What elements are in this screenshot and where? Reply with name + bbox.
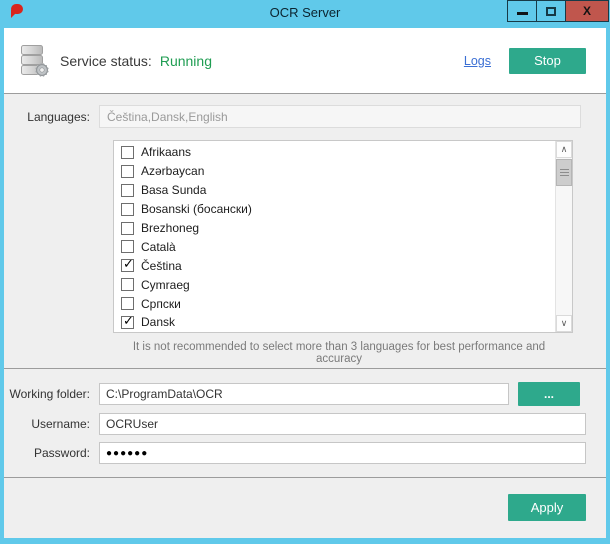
language-row[interactable]: Српски — [114, 294, 572, 313]
language-row[interactable]: ✓ Dansk — [114, 313, 572, 332]
browse-button[interactable]: ... — [518, 382, 580, 406]
language-label: Català — [141, 240, 176, 254]
window-content: Service status: Running Logs Stop Langua… — [4, 28, 606, 538]
language-row[interactable]: Brezhoneg — [114, 219, 572, 238]
language-label: Српски — [141, 297, 181, 311]
scroll-down-icon[interactable]: ∨ — [556, 315, 572, 332]
footer-bar: Apply — [4, 478, 606, 538]
language-row[interactable]: Afrikaans — [114, 143, 572, 162]
checkbox-icon[interactable] — [121, 165, 134, 178]
working-folder-label: Working folder: — [4, 387, 99, 401]
password-input[interactable] — [99, 442, 586, 464]
service-status-label: Service status: — [60, 53, 152, 69]
title-bar: OCR Server X — [0, 0, 610, 28]
minimize-button[interactable] — [507, 0, 537, 22]
language-row[interactable]: Català — [114, 237, 572, 256]
language-row[interactable]: Deutsch — [114, 332, 572, 333]
language-label: Brezhoneg — [141, 221, 199, 235]
close-button[interactable]: X — [565, 0, 609, 22]
checkbox-icon[interactable] — [121, 278, 134, 291]
language-label: Dansk — [141, 315, 175, 329]
check-icon: ✓ — [123, 313, 134, 329]
service-status-value: Running — [160, 53, 212, 69]
language-row[interactable]: ✓ Čeština — [114, 256, 572, 275]
username-label: Username: — [4, 417, 99, 431]
checkbox-icon[interactable] — [121, 222, 134, 235]
scroll-up-icon[interactable]: ∧ — [556, 141, 572, 158]
check-icon: ✓ — [123, 256, 134, 272]
selected-languages-input[interactable] — [99, 105, 581, 128]
language-list[interactable]: Afrikaans Azərbaycan Basa Sunda Bosanski (б… — [113, 140, 573, 333]
languages-label: Languages: — [4, 110, 99, 124]
window-controls: X — [508, 0, 609, 22]
language-label: Čeština — [141, 259, 182, 273]
language-label: Afrikaans — [141, 145, 191, 159]
checkbox-icon[interactable] — [121, 203, 134, 216]
apply-button[interactable]: Apply — [508, 494, 586, 521]
username-input[interactable] — [99, 413, 586, 435]
checkbox-icon[interactable] — [121, 184, 134, 197]
maximize-button[interactable] — [536, 0, 566, 22]
language-row[interactable]: Bosanski (босански) — [114, 200, 572, 219]
scrollbar-thumb[interactable] — [556, 159, 572, 186]
scrollbar[interactable]: ∧ ∨ — [555, 141, 572, 332]
language-row[interactable]: Basa Sunda — [114, 181, 572, 200]
logs-link[interactable]: Logs — [464, 54, 491, 68]
password-label: Password: — [4, 446, 99, 460]
service-status-bar: Service status: Running Logs Stop — [4, 28, 606, 93]
languages-panel: Languages: Afrikaans Azərbaycan Basa Sunda… — [4, 94, 606, 368]
checkbox-icon[interactable] — [121, 146, 134, 159]
language-list-rows: Afrikaans Azərbaycan Basa Sunda Bosanski (б… — [114, 141, 572, 333]
scrollbar-grip-icon — [560, 169, 569, 177]
maximize-icon — [546, 7, 556, 16]
language-label: Bosanski (босански) — [141, 202, 252, 216]
checkbox-icon[interactable] — [121, 240, 134, 253]
language-row[interactable]: Cymraeg — [114, 275, 572, 294]
minimize-icon — [517, 12, 528, 15]
app-window: OCR Server X — [0, 0, 610, 544]
language-label: Azərbaycan — [141, 164, 204, 178]
language-label: Cymraeg — [141, 278, 190, 292]
checkbox-icon[interactable] — [121, 297, 134, 310]
language-label: Basa Sunda — [141, 183, 206, 197]
language-row[interactable]: Azərbaycan — [114, 162, 572, 181]
stop-button[interactable]: Stop — [509, 48, 586, 74]
settings-panel: Working folder: ... Username: Password: — [4, 369, 606, 477]
checkbox-checked-icon[interactable]: ✓ — [121, 259, 134, 272]
languages-note: It is not recommended to select more tha… — [109, 341, 569, 365]
working-folder-input[interactable] — [99, 383, 509, 405]
server-gear-icon — [20, 44, 50, 78]
checkbox-checked-icon[interactable]: ✓ — [121, 316, 134, 329]
